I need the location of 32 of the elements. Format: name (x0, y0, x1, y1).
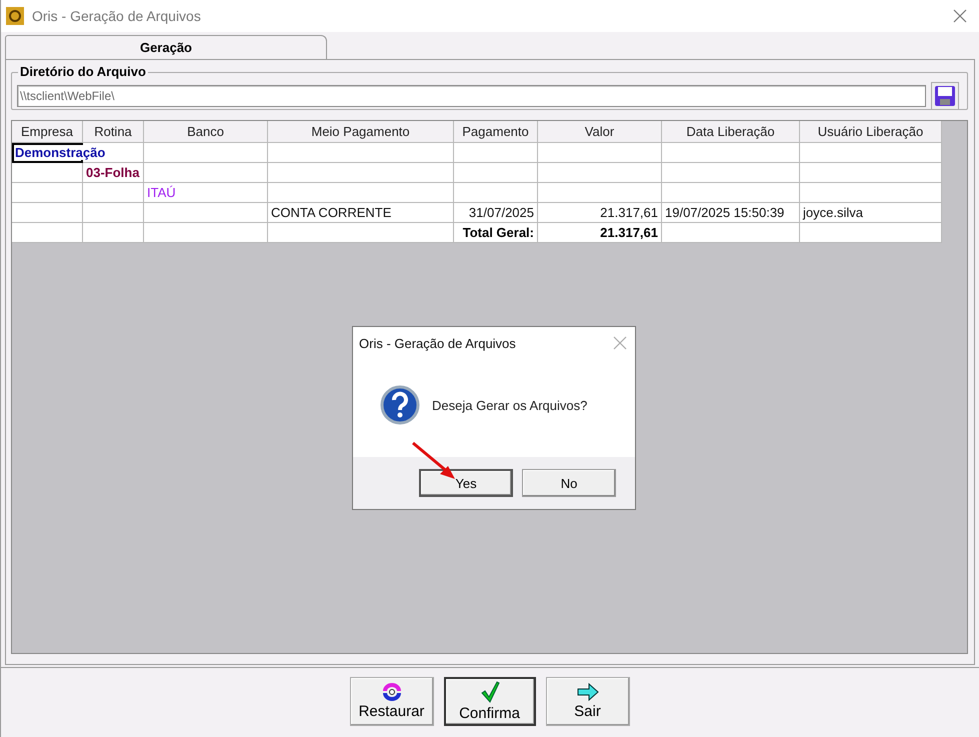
cell-text: ITAÚ (147, 185, 176, 200)
dialog-button[interactable]: No (522, 469, 616, 497)
arrow-annotation (411, 441, 457, 481)
cell-text: Demonstração (15, 145, 106, 160)
cell-text: 21.317,61 (600, 225, 658, 240)
directory-field[interactable]: \\tsclient\WebFile\ (17, 85, 926, 107)
toolbar-button[interactable]: Restaurar (350, 677, 434, 726)
column-header[interactable]: Empresa (12, 121, 83, 143)
close-icon[interactable] (613, 336, 627, 350)
dialog-button[interactable]: Yes (419, 469, 513, 497)
toolbar-button[interactable]: Sair (546, 677, 630, 726)
cell-text: 03-Folha (86, 165, 140, 180)
cell-text: joyce.silva (803, 205, 863, 220)
tab[interactable]: Geração (5, 35, 327, 59)
app-icon (6, 7, 24, 25)
cell-text: Total Geral: (462, 225, 534, 240)
cell-text: CONTA CORRENTE (271, 205, 392, 220)
checkmark-icon (480, 681, 500, 703)
dialog-message: Deseja Gerar os Arquivos? (432, 398, 588, 412)
question-icon (380, 385, 420, 425)
dialog-title: Oris - Geração de Arquivos (359, 336, 516, 350)
cell-text: 19/07/2025 15:50:39 (665, 205, 784, 220)
toolbar-button[interactable]: Confirma (444, 677, 536, 726)
right-arrow-icon (576, 683, 598, 701)
cell-text: 31/07/2025 (468, 205, 534, 220)
cell-text: 21.317,61 (600, 205, 658, 220)
save-button[interactable] (931, 82, 959, 110)
group-label: Diretório do Arquivo (18, 64, 148, 79)
table-cell (83, 223, 144, 243)
window-title: Oris - Geração de Arquivos (32, 8, 201, 24)
swirl-icon (382, 683, 402, 701)
close-icon[interactable] (953, 9, 967, 23)
